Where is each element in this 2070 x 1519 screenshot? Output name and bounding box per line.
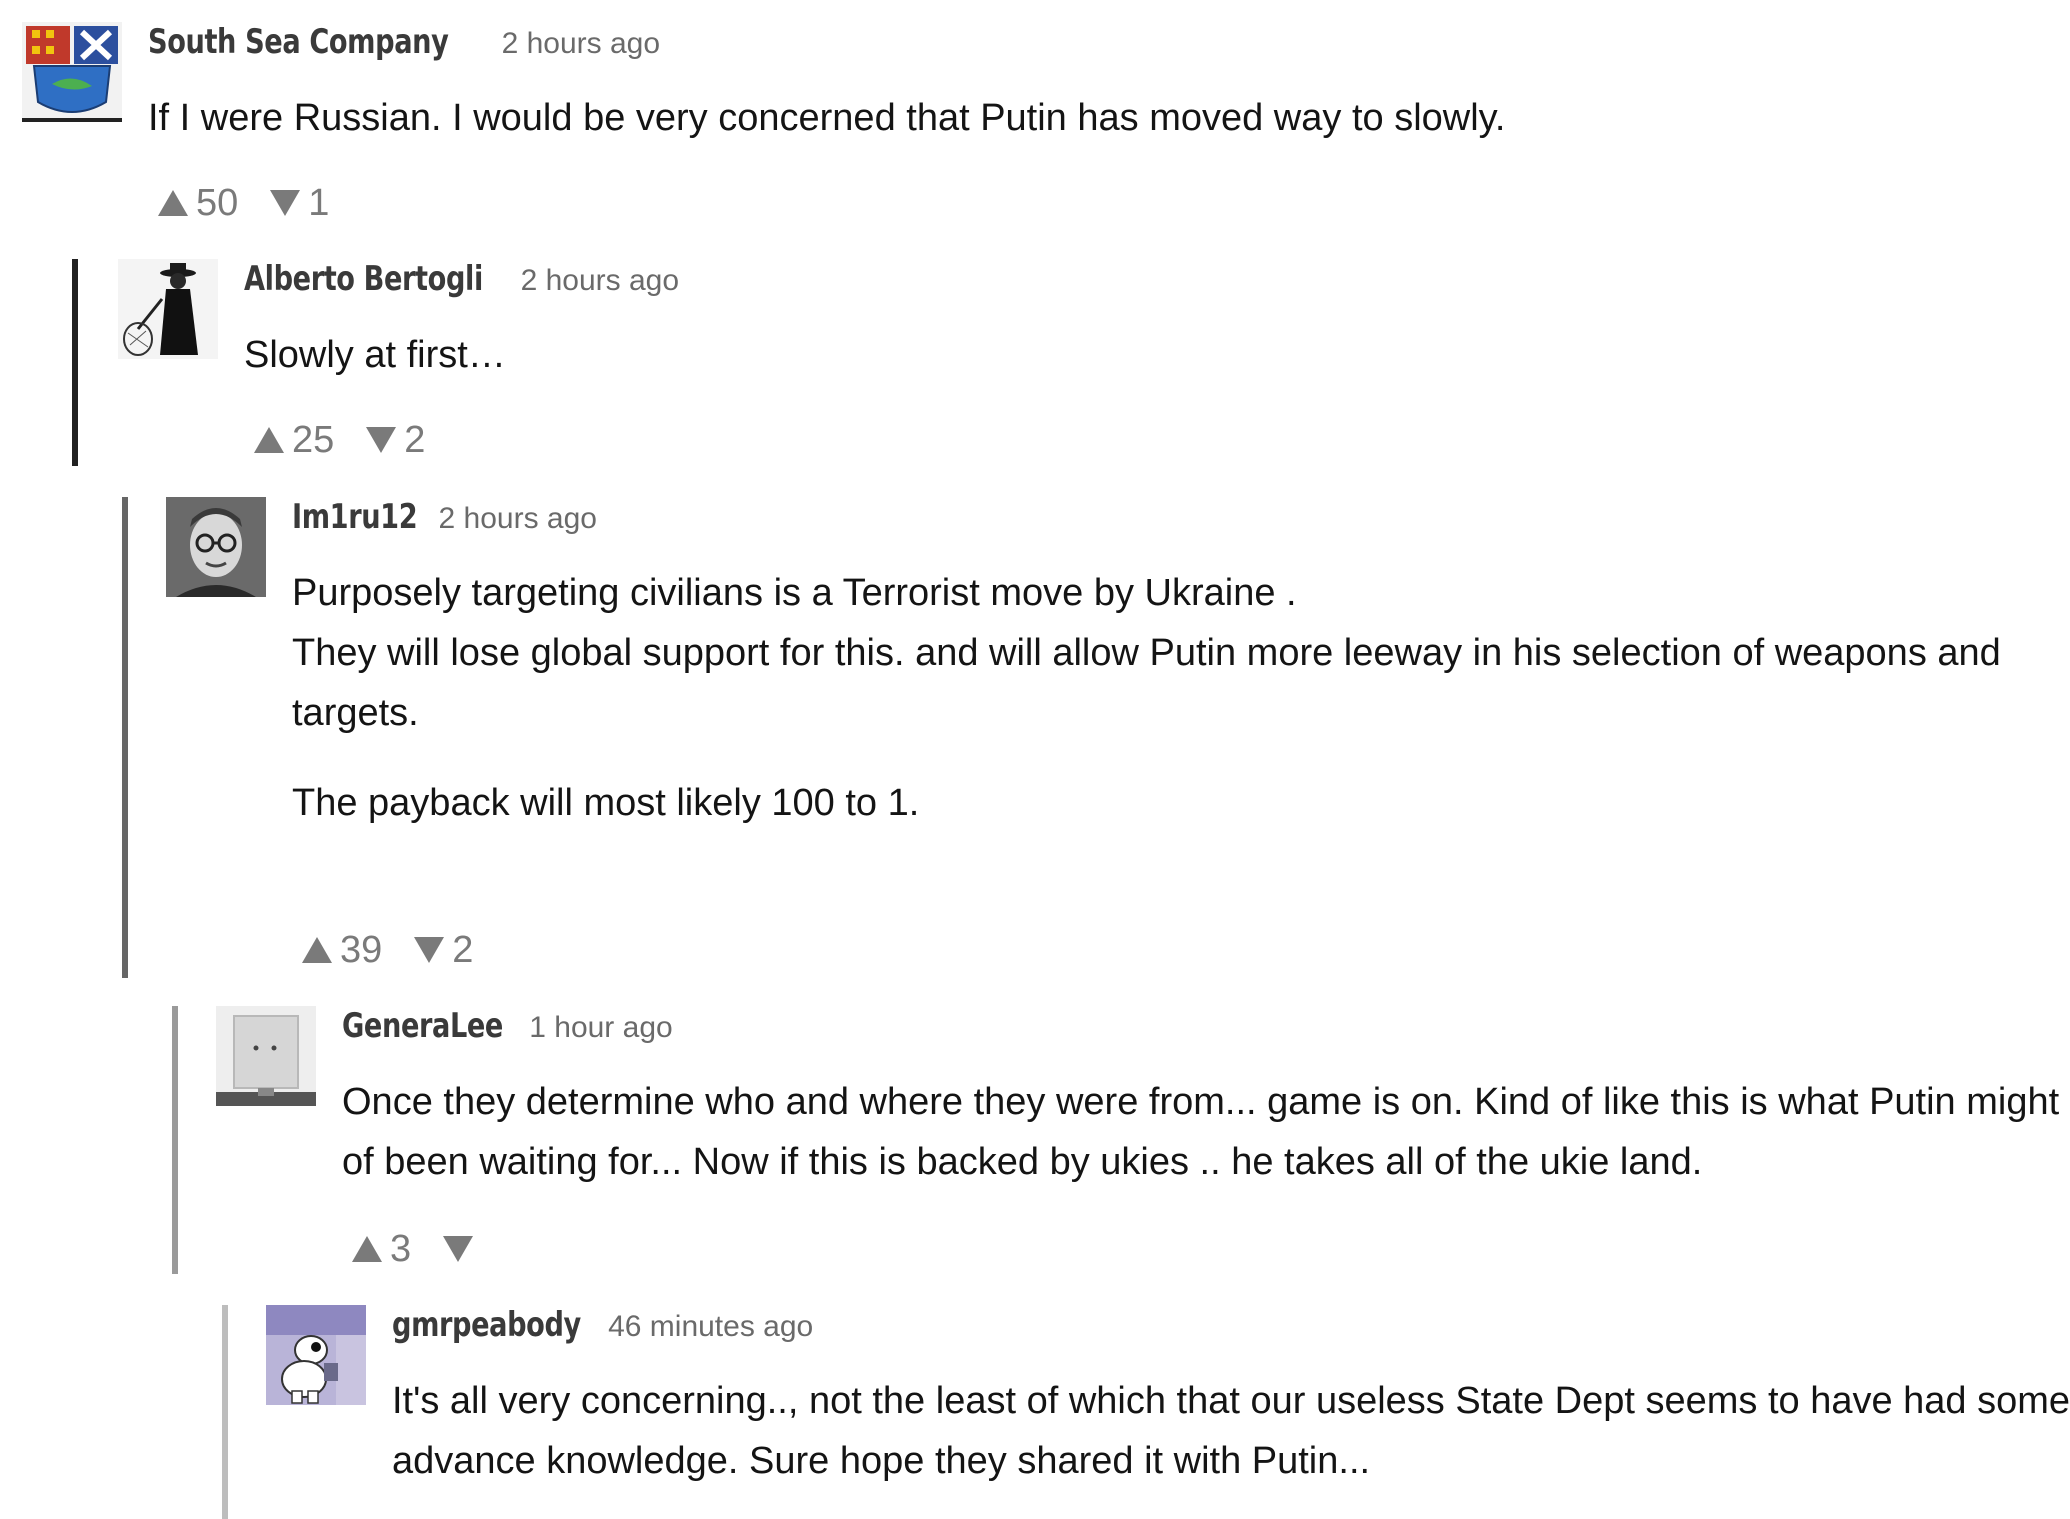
comment-timestamp[interactable]: 2 hours ago: [521, 264, 679, 298]
comment-timestamp[interactable]: 1 hour ago: [529, 1011, 672, 1045]
downvote-button[interactable]: 2: [366, 419, 425, 462]
avatar[interactable]: [22, 22, 122, 122]
comment-body: Slowly at first…: [244, 325, 2044, 385]
downvote-button[interactable]: [443, 1236, 481, 1262]
comment-timestamp[interactable]: 2 hours ago: [439, 502, 597, 536]
downvote-icon: [414, 937, 445, 963]
comment-paragraph: It's all very concerning.., not the leas…: [392, 1380, 2070, 1482]
comment-paragraph: Purposely targeting civilians is a Terro…: [292, 572, 1297, 614]
thread-line: [122, 497, 128, 978]
upvote-count: 50: [196, 181, 239, 224]
comment-paragraph: They will lose global support for this. …: [292, 632, 2001, 734]
comment-author[interactable]: South Sea Company: [148, 22, 449, 62]
upvote-button[interactable]: 25: [254, 419, 334, 462]
upvote-button[interactable]: 50: [158, 182, 238, 225]
upvote-count: 25: [292, 418, 335, 461]
coat-of-arms-avatar-icon: [22, 22, 122, 122]
downvote-button[interactable]: 1: [270, 182, 329, 225]
comment-author[interactable]: Alberto Bertogli: [244, 259, 483, 299]
downvote-count: 1: [308, 181, 330, 224]
upvote-count: 3: [390, 1227, 412, 1270]
comment-paragraph: Once they determine who and where they w…: [342, 1081, 2060, 1183]
comment-body: If I were Russian. I would be very conce…: [148, 88, 1988, 148]
thread-line: [222, 1305, 228, 1519]
upvote-icon: [158, 190, 188, 216]
upvote-count: 39: [340, 928, 383, 971]
upvote-button[interactable]: 39: [302, 929, 382, 972]
comment-body: Purposely targeting civilians is a Terro…: [292, 563, 2070, 833]
portrait-photo-avatar-icon: [166, 497, 266, 597]
upvote-icon: [254, 427, 284, 453]
man-with-hat-avatar-icon: [118, 259, 218, 359]
vote-bar: 50 1: [158, 178, 329, 228]
vote-bar: 25 2: [254, 415, 425, 465]
comment-timestamp[interactable]: 46 minutes ago: [608, 1310, 813, 1344]
downvote-count: 2: [404, 418, 426, 461]
comment-body: It's all very concerning.., not the leas…: [392, 1371, 2070, 1491]
downvote-button[interactable]: 2: [414, 929, 473, 972]
downvote-icon: [366, 427, 397, 453]
avatar[interactable]: [118, 259, 218, 359]
avatar[interactable]: [166, 497, 266, 597]
upvote-icon: [302, 937, 332, 963]
upvote-button[interactable]: 3: [352, 1228, 411, 1271]
upvote-icon: [352, 1236, 382, 1262]
comment-author[interactable]: GeneraLee: [342, 1006, 503, 1046]
comment-body: Once they determine who and where they w…: [342, 1072, 2070, 1192]
downvote-icon: [270, 190, 301, 216]
box-character-avatar-icon: [216, 1006, 316, 1106]
comment-timestamp[interactable]: 2 hours ago: [502, 27, 660, 61]
vote-bar: 3: [352, 1224, 481, 1274]
comment-paragraph: Slowly at first…: [244, 334, 506, 376]
comment-author[interactable]: gmrpeabody: [392, 1305, 581, 1345]
avatar[interactable]: [216, 1006, 316, 1106]
thread-line: [172, 1006, 178, 1274]
vote-bar: 39 2: [302, 925, 473, 975]
comment-paragraph: The payback will most likely 100 to 1.: [292, 782, 920, 824]
comment-paragraph: If I were Russian. I would be very conce…: [148, 97, 1506, 139]
cartoon-dog-avatar-icon: [266, 1305, 366, 1405]
downvote-icon: [443, 1236, 474, 1262]
thread-line: [72, 259, 78, 466]
downvote-count: 2: [452, 928, 474, 971]
avatar[interactable]: [266, 1305, 366, 1405]
comment-author[interactable]: Im1ru12: [292, 497, 418, 537]
